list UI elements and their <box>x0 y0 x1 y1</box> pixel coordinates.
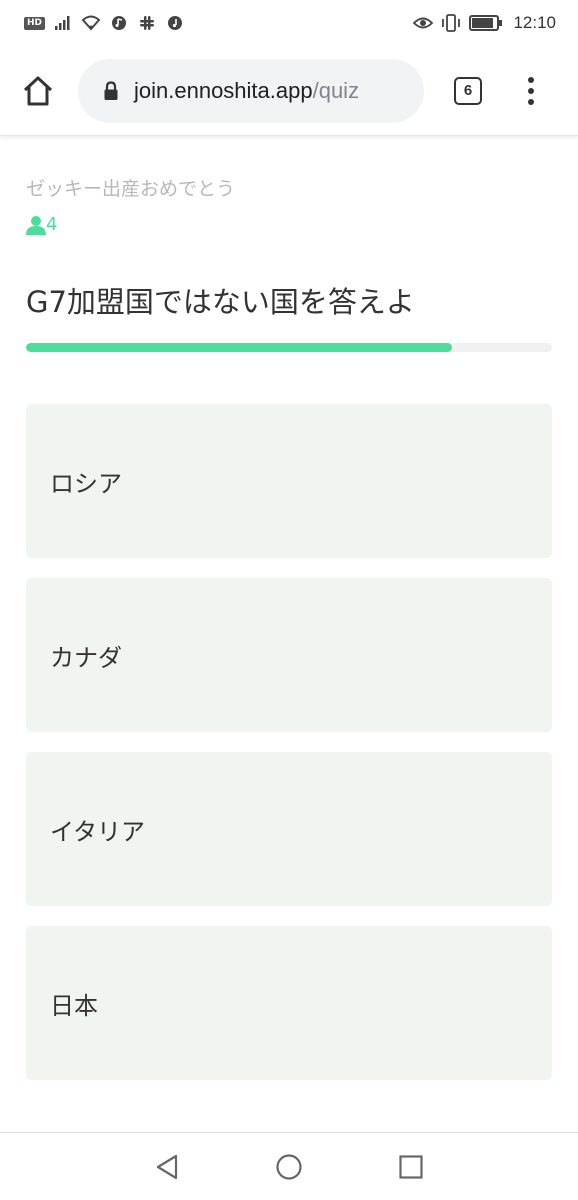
home-circle-icon <box>276 1153 302 1180</box>
participant-count-value: 4 <box>46 214 58 235</box>
answer-option[interactable]: イタリア <box>26 752 552 906</box>
recents-square-icon <box>399 1154 423 1179</box>
menu-dot <box>528 76 534 83</box>
home-icon <box>23 76 53 105</box>
recents-button[interactable] <box>395 1151 427 1183</box>
system-nav-bar <box>0 1132 578 1200</box>
browser-toolbar: join.ennoshita.app/quiz 6 <box>0 46 578 136</box>
tab-switcher-button[interactable]: 6 <box>454 76 482 105</box>
answer-option[interactable]: 日本 <box>26 926 552 1080</box>
battery-icon <box>469 15 503 31</box>
quiz-content: ゼッキー出産おめでとう 4 G7加盟国ではない国を答えよ ロシア カナダ イタリ… <box>26 136 552 1080</box>
url-domain: join.ennoshita.app <box>134 77 313 103</box>
back-button[interactable] <box>151 1151 183 1183</box>
person-icon <box>26 216 46 235</box>
url-text: join.ennoshita.app/quiz <box>134 78 359 104</box>
progress-fill <box>26 343 453 352</box>
url-bar[interactable]: join.ennoshita.app/quiz <box>78 58 424 123</box>
menu-dot <box>528 87 534 94</box>
signal-icon <box>53 13 73 33</box>
url-path: /quiz <box>312 77 360 103</box>
home-nav-button[interactable] <box>273 1151 305 1183</box>
status-right: 12:10 <box>413 13 556 33</box>
wifi-icon <box>81 13 101 33</box>
slack-icon <box>137 13 157 33</box>
progress-bar <box>26 343 552 352</box>
overflow-menu-button[interactable] <box>526 76 536 105</box>
question-text: G7加盟国ではない国を答えよ <box>26 285 415 319</box>
music-note-icon <box>165 13 185 33</box>
lock-icon <box>102 80 120 102</box>
answer-option[interactable]: ロシア <box>26 404 552 558</box>
music-app-icon <box>109 13 129 33</box>
room-title: ゼッキー出産おめでとう <box>26 178 236 200</box>
eye-comfort-icon <box>413 13 434 33</box>
answer-option[interactable]: カナダ <box>26 578 552 732</box>
home-button[interactable] <box>20 73 56 109</box>
vibrate-icon <box>441 13 461 33</box>
status-left: HD <box>24 13 185 33</box>
status-bar: HD 12:10 <box>0 0 578 46</box>
participant-count: 4 <box>26 211 552 235</box>
clock: 12:10 <box>513 13 556 32</box>
menu-dot <box>528 98 534 105</box>
answer-list: ロシア カナダ イタリア 日本 <box>26 404 552 1080</box>
hd-badge: HD <box>24 16 46 30</box>
back-triangle-icon <box>156 1154 178 1179</box>
